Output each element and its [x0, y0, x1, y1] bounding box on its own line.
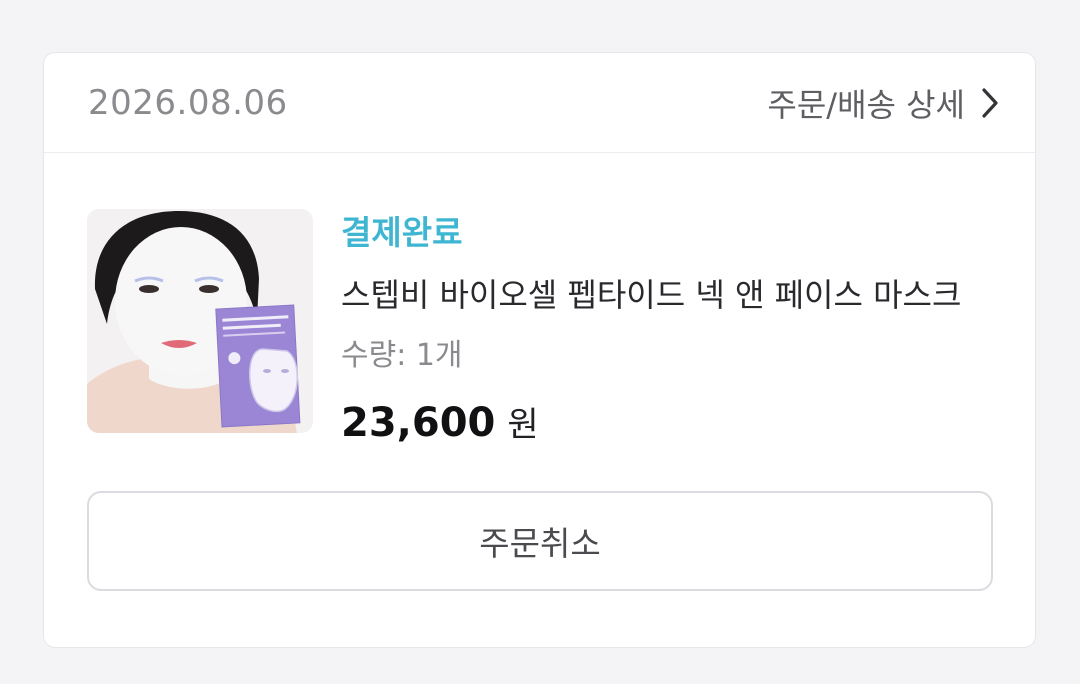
price-amount: 23,600: [341, 400, 496, 446]
price-currency: 원: [507, 405, 539, 445]
order-detail-label[interactable]: 주문/배송 상세: [767, 80, 965, 126]
product-quantity: 수량: 1개: [341, 338, 463, 373]
order-status: 결제완료: [341, 213, 463, 252]
product-thumbnail[interactable]: [87, 209, 313, 433]
order-card-body: 결제완료 스텝비 바이오셀 펩타이드 넥 앤 페이스 마스크 수량: 1개 23…: [44, 153, 1035, 647]
order-card: 2026.08.06 주문/배송 상세 결제완료 스텝비 바이오셀 펩타이드 넥…: [43, 52, 1036, 648]
product-name[interactable]: 스텝비 바이오셀 펩타이드 넥 앤 페이스 마스크: [341, 275, 1001, 315]
cancel-order-button[interactable]: 주문취소: [87, 491, 993, 591]
price-row: 23,600 원: [341, 397, 1001, 446]
chevron-right-icon[interactable]: [979, 86, 1001, 120]
order-date: 2026.08.06: [88, 82, 288, 123]
order-detail-link[interactable]: 주문/배송 상세: [767, 80, 1001, 126]
order-card-header: 2026.08.06 주문/배송 상세: [44, 53, 1035, 153]
product-info: 결제완료 스텝비 바이오셀 펩타이드 넥 앤 페이스 마스크 수량: 1개 23…: [341, 213, 1001, 446]
